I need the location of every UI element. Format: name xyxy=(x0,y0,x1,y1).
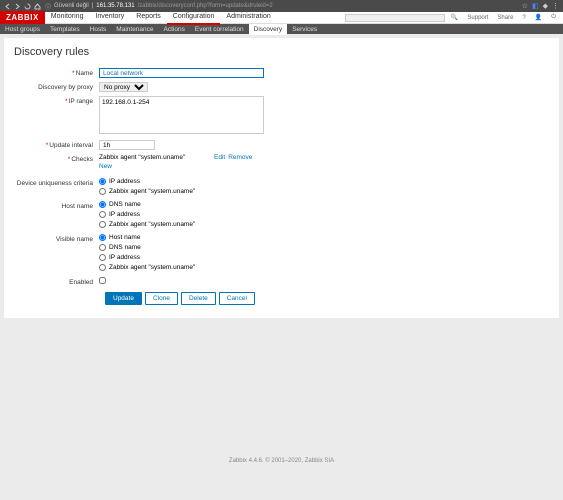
subnav-maintenance[interactable]: Maintenance xyxy=(111,24,158,35)
reload-icon[interactable] xyxy=(24,3,31,10)
search-icon[interactable]: 🔍 xyxy=(448,14,461,21)
visible-ip-radio[interactable] xyxy=(99,254,106,261)
subnav-services[interactable]: Services xyxy=(287,24,322,35)
logo[interactable]: ZABBIX xyxy=(0,11,45,24)
label-checks: Checks xyxy=(71,156,93,163)
subnav-templates[interactable]: Templates xyxy=(45,24,85,35)
page-title: Discovery rules xyxy=(14,46,549,58)
check-item-text: Zabbix agent "system.uname" xyxy=(99,154,214,161)
label-visible: Visible name xyxy=(14,234,99,243)
visible-host-radio[interactable] xyxy=(99,234,106,241)
back-icon[interactable] xyxy=(4,3,11,10)
subnav-eventcorrelation[interactable]: Event correlation xyxy=(190,24,249,35)
content-panel: Discovery rules *Name Discovery by proxy… xyxy=(4,38,559,318)
check-new-link[interactable]: New xyxy=(99,163,112,170)
support-link[interactable]: Support xyxy=(464,15,491,21)
footer-text: Zabbix 4.4.6. © 2001–2020, Zabbix SIA xyxy=(0,458,563,464)
proxy-select[interactable]: No proxy xyxy=(99,82,148,92)
search-input[interactable] xyxy=(345,14,445,22)
hostname-agent-radio[interactable] xyxy=(99,221,106,228)
interval-input[interactable] xyxy=(99,140,155,150)
criteria-agent-radio[interactable] xyxy=(99,188,106,195)
hostname-ip-radio[interactable] xyxy=(99,211,106,218)
subnav-discovery[interactable]: Discovery xyxy=(249,24,288,35)
clone-button[interactable]: Clone xyxy=(145,292,178,305)
enabled-checkbox[interactable] xyxy=(99,277,106,284)
label-criteria: Device uniqueness criteria xyxy=(14,178,99,187)
update-button[interactable]: Update xyxy=(105,292,142,305)
star-icon[interactable]: ☆ xyxy=(522,2,528,10)
label-hostname: Host name xyxy=(14,201,99,210)
cancel-button[interactable]: Cancel xyxy=(219,292,255,305)
subnav-hostgroups[interactable]: Host groups xyxy=(0,24,45,35)
sub-nav: Host groups Templates Hosts Maintenance … xyxy=(0,24,563,34)
subnav-hosts[interactable]: Hosts xyxy=(85,24,112,35)
share-link[interactable]: Share xyxy=(494,15,516,21)
app-header: ZABBIX Monitoring Inventory Reports Conf… xyxy=(0,12,563,24)
visible-dns-radio[interactable] xyxy=(99,244,106,251)
power-icon[interactable]: ⏻ xyxy=(548,14,559,21)
name-input[interactable] xyxy=(99,68,264,78)
hostname-dns-radio[interactable] xyxy=(99,201,106,208)
translate-icon[interactable]: ◧ xyxy=(532,2,539,10)
label-proxy: Discovery by proxy xyxy=(14,82,99,91)
home-icon[interactable] xyxy=(34,3,41,10)
check-remove-link[interactable]: Remove xyxy=(228,154,252,161)
label-name: Name xyxy=(76,70,93,77)
help-icon[interactable]: ? xyxy=(519,15,528,21)
label-iprange: IP range xyxy=(69,98,93,105)
forward-icon[interactable] xyxy=(14,3,21,10)
check-edit-link[interactable]: Edit xyxy=(214,154,225,161)
subnav-actions[interactable]: Actions xyxy=(159,24,190,35)
label-interval: Update interval xyxy=(49,142,93,149)
iprange-input[interactable]: 192.168.0.1-254 xyxy=(99,96,264,134)
menu-icon[interactable]: ⋮ xyxy=(552,2,559,10)
delete-button[interactable]: Delete xyxy=(181,292,216,305)
visible-agent-radio[interactable] xyxy=(99,264,106,271)
criteria-ip-radio[interactable] xyxy=(99,178,106,185)
extension-icon[interactable]: ◆ xyxy=(543,2,548,10)
label-enabled: Enabled xyxy=(14,277,99,286)
user-icon[interactable]: 👤 xyxy=(532,14,545,21)
